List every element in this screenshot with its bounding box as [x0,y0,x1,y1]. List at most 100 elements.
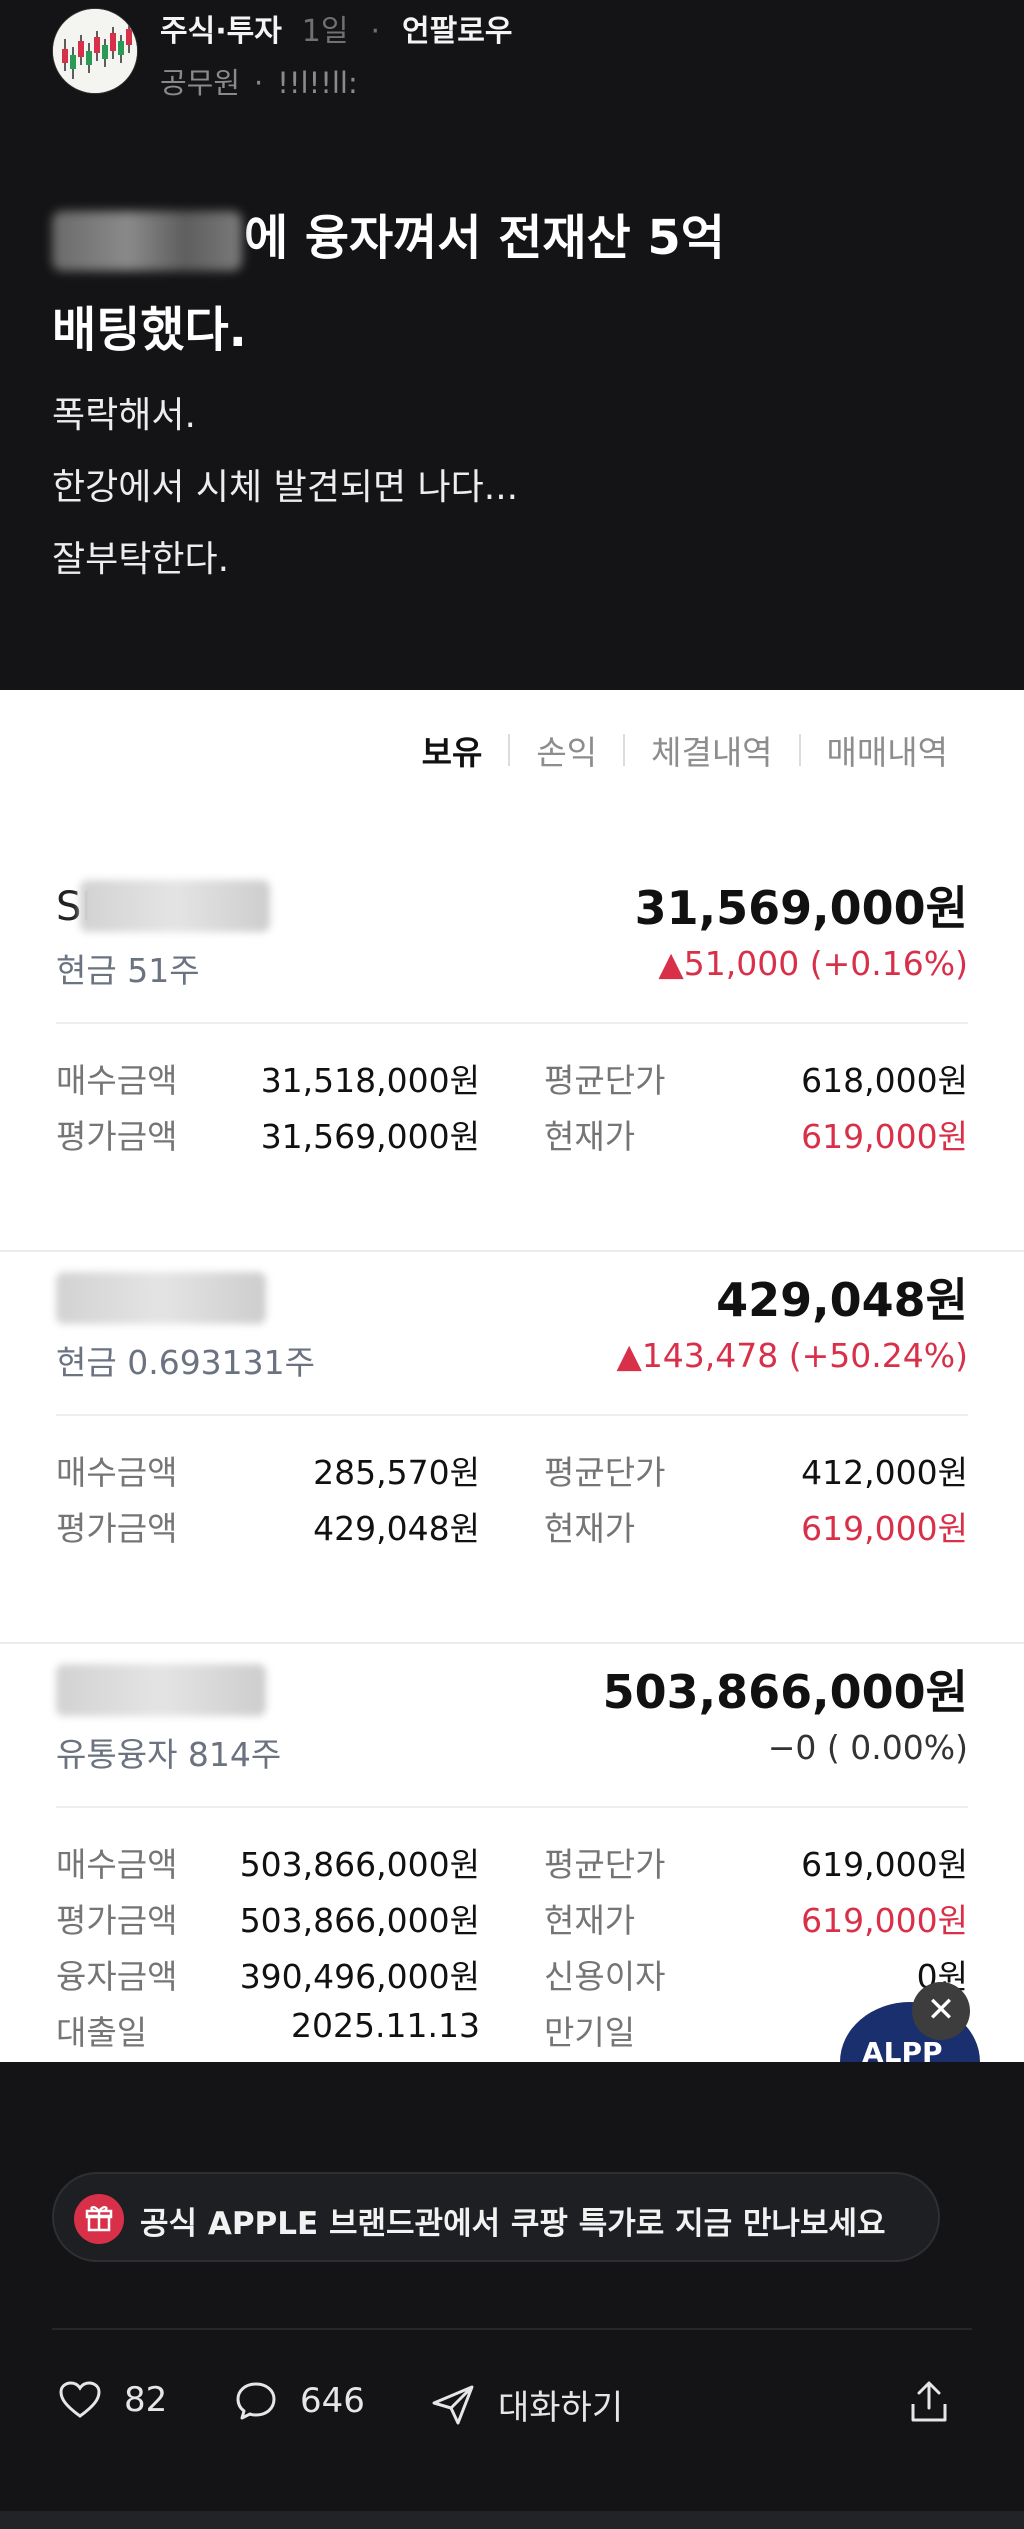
detail-key: 매수금액 [56,1061,178,1100]
comment-icon [236,2382,276,2420]
redacted-name [80,880,270,932]
detail-value: 619,000원 [801,1845,968,1884]
home-indicator-bar [0,2511,1024,2529]
author-sep: · [254,66,264,100]
holding-card[interactable]: 503,866,000원 유통융자 814주 −0 ( 0.00%) 매수금액 … [0,1644,1024,2062]
holding-details: 매수금액 503,866,000원 평균단가 619,000원 평가금액 503… [56,1838,968,2062]
holding-total: 503,866,000원 [602,1665,968,1719]
share-button[interactable] [908,2380,972,2424]
detail-row: 평가금액 503,866,000원 현재가 619,000원 [56,1894,968,1950]
detail-key: 신용이자 [544,1957,666,1996]
card-divider [56,1414,968,1416]
comment-button[interactable]: 646 [234,2380,365,2422]
holding-details: 매수금액 285,570원 평균단가 412,000원 평가금액 429,048… [56,1446,968,1558]
chat-button[interactable]: 대화하기 [430,2380,623,2429]
like-count: 82 [124,2380,168,2420]
body-line: 한강에서 시체 발견되면 나다... [52,467,519,508]
detail-value: 390,496,000원 [239,1957,480,1996]
send-icon [432,2385,474,2424]
holding-total: 31,569,000원 [634,881,968,935]
body-line: 잘부탁한다. [52,539,230,580]
detail-key: 평균단가 [544,1845,666,1884]
detail-row: 평가금액 31,569,000원 현재가 619,000원 [56,1110,968,1166]
detail-value: 285,570원 [313,1453,480,1492]
detail-row: 매수금액 31,518,000원 평균단가 618,000원 [56,1054,968,1110]
card-divider [56,1806,968,1808]
detail-row: 매수금액 285,570원 평균단가 412,000원 [56,1446,968,1502]
detail-value: 31,569,000원 [260,1117,480,1156]
detail-key: 현재가 [544,1509,636,1548]
share-icon [911,2381,947,2422]
heart-icon [59,2381,101,2418]
category-label[interactable]: 주식·투자 [160,14,282,49]
holding-card[interactable]: 429,048원 현금 0.693131주 ▲143,478 (+50.24%)… [0,1252,1024,1644]
tab-profit[interactable]: 손익 [510,726,623,774]
portfolio-tabs: 보유 손익 체결내역 매매내역 [396,726,974,774]
holding-card[interactable]: SI 31,569,000원 현금 51주 ▲51,000 (+0.16%) 매… [0,860,1024,1252]
author-info: 공무원 · !!l!!ll: [160,60,358,102]
detail-value: 503,866,000원 [239,1901,480,1940]
tab-holdings[interactable]: 보유 [396,726,509,774]
holding-change: ▲51,000 (+0.16%) [658,944,968,983]
detail-key: 현재가 [544,1117,636,1156]
portfolio-screenshot: 보유 손익 체결내역 매매내역 SI 31,569,000원 현금 51주 ▲5… [0,690,1024,2062]
avatar[interactable] [52,8,138,94]
author-job: 공무원 [160,66,241,100]
detail-key: 평균단가 [544,1061,666,1100]
gift-icon [74,2194,124,2244]
detail-value: 503,866,000원 [239,1845,480,1884]
holding-quantity: 현금 51주 [56,951,200,990]
detail-key: 평가금액 [56,1509,178,1548]
detail-row: 융자금액 390,496,000원 신용이자 0원 [56,1950,968,2006]
holding-details: 매수금액 31,518,000원 평균단가 618,000원 평가금액 31,5… [56,1054,968,1166]
ad-banner[interactable]: 공식 APPLE 브랜드관에서 쿠팡 특가로 지금 만나보세요 [52,2172,940,2262]
detail-key: 융자금액 [56,1957,178,1996]
meta-dot: · [370,14,381,49]
detail-value: 2025.11.13 [291,2006,480,2045]
detail-key: 평가금액 [56,1117,178,1156]
redacted-name [56,1664,266,1716]
detail-row: 매수금액 503,866,000원 평균단가 619,000원 [56,1838,968,1894]
post-header: 주식·투자 1일 · 언팔로우 공무원 · !!l!!ll: 에 융자껴서 전재산 5억 … [0,0,1024,690]
tab-trades[interactable]: 매매내역 [801,726,974,774]
post-body: 폭락해서. 한강에서 시체 발견되면 나다... 잘부탁한다. [52,380,518,596]
holding-quantity: 유통융자 814주 [56,1735,282,1774]
comment-count: 646 [300,2381,365,2421]
like-button[interactable]: 82 [58,2380,167,2420]
unfollow-button[interactable]: 언팔로우 [402,14,512,49]
detail-row: 평가금액 429,048원 현재가 619,000원 [56,1502,968,1558]
detail-value: 429,048원 [313,1509,480,1548]
time-ago: 1일 [301,14,349,49]
current-price: 619,000원 [801,1509,968,1548]
holding-change: −0 ( 0.00%) [767,1728,968,1767]
holding-quantity: 현금 0.693131주 [56,1343,316,1382]
detail-row: 대출일 2025.11.13 만기일 202 [56,2006,968,2062]
close-icon[interactable]: ✕ [912,1982,970,2040]
body-line: 폭락해서. [52,395,196,436]
detail-key: 현재가 [544,1901,636,1940]
post-footer: 공식 APPLE 브랜드관에서 쿠팡 특가로 지금 만나보세요 82 646 대… [0,2062,1024,2529]
action-bar: 82 646 대화하기 [52,2380,972,2440]
post-meta: 주식·투자 1일 · 언팔로우 [160,6,512,50]
chat-label: 대화하기 [498,2388,624,2428]
detail-value: 31,518,000원 [260,1061,480,1100]
redacted-stock-name [52,211,242,271]
card-divider [56,1022,968,1024]
ad-text: 공식 APPLE 브랜드관에서 쿠팡 특가로 지금 만나보세요 [140,2206,886,2242]
detail-key: 대출일 [56,2013,148,2052]
author-name[interactable]: !!l!!ll: [277,66,357,100]
badge-label: ALPP [862,2036,943,2062]
detail-key: 평가금액 [56,1901,178,1940]
tab-executions[interactable]: 체결내역 [625,726,798,774]
current-price: 619,000원 [801,1901,968,1940]
current-price: 619,000원 [801,1117,968,1156]
post-title: 에 융자껴서 전재산 5억 배팅했다. [52,192,952,376]
detail-key: 매수금액 [56,1453,178,1492]
footer-divider [52,2328,972,2330]
redacted-name [56,1272,266,1324]
detail-key: 평균단가 [544,1453,666,1492]
title-line2: 배팅했다. [52,302,247,358]
holding-change: ▲143,478 (+50.24%) [616,1336,968,1375]
title-line1: 에 융자껴서 전재산 5억 [244,210,725,266]
detail-value: 412,000원 [801,1453,968,1492]
